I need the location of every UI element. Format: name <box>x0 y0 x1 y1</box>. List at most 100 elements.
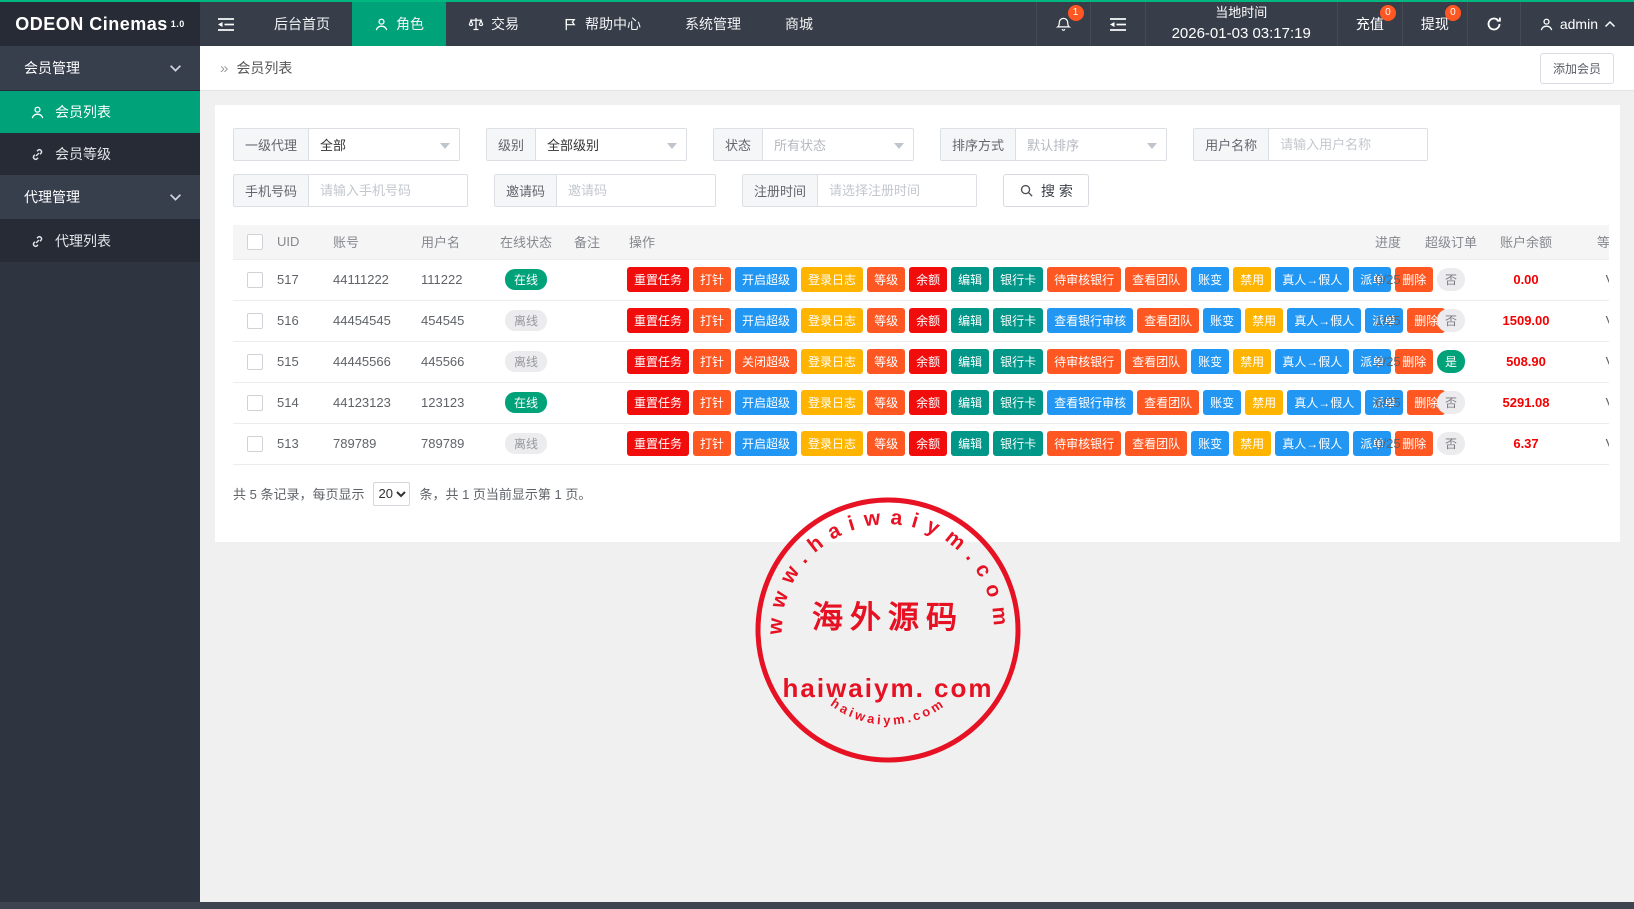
action-button[interactable]: 重置任务 <box>627 390 689 415</box>
action-button[interactable]: 关闭超级 <box>735 349 797 374</box>
action-button[interactable]: 账变 <box>1191 267 1229 292</box>
action-button[interactable]: 待审核银行 <box>1047 267 1121 292</box>
row-checkbox[interactable] <box>247 313 263 329</box>
action-button[interactable]: 账变 <box>1191 349 1229 374</box>
action-button[interactable]: 开启超级 <box>735 308 797 333</box>
level-select[interactable]: 全部级别 <box>536 129 686 160</box>
sidebar-item-agent-list[interactable]: 代理列表 <box>0 220 200 262</box>
action-button[interactable]: 打针 <box>693 308 731 333</box>
row-checkbox[interactable] <box>247 272 263 288</box>
action-button[interactable]: 待审核银行 <box>1047 349 1121 374</box>
status-select[interactable]: 所有状态 <box>763 129 913 160</box>
action-button[interactable]: 账变 <box>1191 431 1229 456</box>
action-button[interactable]: 重置任务 <box>627 267 689 292</box>
action-button[interactable]: 删除 <box>1395 267 1433 292</box>
action-button[interactable]: 打针 <box>693 349 731 374</box>
invite-code-input[interactable] <box>557 175 715 206</box>
action-button[interactable]: 开启超级 <box>735 267 797 292</box>
per-page-select[interactable]: 20 <box>373 482 410 506</box>
action-button[interactable]: 开启超级 <box>735 390 797 415</box>
row-checkbox[interactable] <box>247 354 263 370</box>
action-button[interactable]: 查看团队 <box>1125 349 1187 374</box>
nav-item-system[interactable]: 系统管理 <box>663 2 763 46</box>
action-button[interactable]: 查看银行审核 <box>1047 390 1133 415</box>
action-button[interactable]: 登录日志 <box>801 308 863 333</box>
nav-item-dashboard[interactable]: 后台首页 <box>252 2 352 46</box>
action-button[interactable]: 查看团队 <box>1137 390 1199 415</box>
sidebar-item-member-level[interactable]: 会员等级 <box>0 133 200 175</box>
action-button[interactable]: 真人→假人 <box>1275 349 1349 374</box>
action-button[interactable]: 银行卡 <box>993 267 1043 292</box>
action-button[interactable]: 银行卡 <box>993 349 1043 374</box>
action-button[interactable]: 余额 <box>909 308 947 333</box>
action-button[interactable]: 等级 <box>867 390 905 415</box>
withdraw-button[interactable]: 提现 0 <box>1402 2 1467 46</box>
sidebar-group-agent[interactable]: 代理管理 <box>0 175 200 220</box>
notifications-button[interactable]: 1 <box>1036 2 1090 46</box>
action-button[interactable]: 禁用 <box>1233 431 1271 456</box>
refresh-button[interactable] <box>1467 2 1520 46</box>
action-button[interactable]: 禁用 <box>1245 308 1283 333</box>
action-button[interactable]: 编辑 <box>951 431 989 456</box>
recharge-button[interactable]: 充值 0 <box>1337 2 1402 46</box>
username-input[interactable] <box>1269 129 1427 160</box>
action-button[interactable]: 打针 <box>693 267 731 292</box>
action-button[interactable]: 等级 <box>867 349 905 374</box>
sidebar-item-member-list[interactable]: 会员列表 <box>0 91 200 133</box>
action-button[interactable]: 登录日志 <box>801 349 863 374</box>
phone-input[interactable] <box>309 175 467 206</box>
action-button[interactable]: 余额 <box>909 349 947 374</box>
action-button[interactable]: 银行卡 <box>993 308 1043 333</box>
action-button[interactable]: 待审核银行 <box>1047 431 1121 456</box>
nav-item-trade[interactable]: 交易 <box>446 2 541 46</box>
action-button[interactable]: 禁用 <box>1245 390 1283 415</box>
action-button[interactable]: 登录日志 <box>801 267 863 292</box>
action-button[interactable]: 登录日志 <box>801 390 863 415</box>
nav-item-roles[interactable]: 角色 <box>352 2 446 46</box>
action-button[interactable]: 账变 <box>1203 308 1241 333</box>
layout-toggle-icon[interactable] <box>1090 2 1145 46</box>
action-button[interactable]: 打针 <box>693 431 731 456</box>
action-button[interactable]: 银行卡 <box>993 431 1043 456</box>
sidebar-collapse-icon[interactable] <box>200 2 252 46</box>
action-button[interactable]: 查看团队 <box>1137 308 1199 333</box>
action-button[interactable]: 打针 <box>693 390 731 415</box>
action-button[interactable]: 查看银行审核 <box>1047 308 1133 333</box>
select-all-checkbox[interactable] <box>247 234 263 250</box>
action-button[interactable]: 账变 <box>1203 390 1241 415</box>
action-button[interactable]: 等级 <box>867 308 905 333</box>
action-button[interactable]: 开启超级 <box>735 431 797 456</box>
action-button[interactable]: 余额 <box>909 431 947 456</box>
row-checkbox[interactable] <box>247 436 263 452</box>
action-button[interactable]: 等级 <box>867 431 905 456</box>
row-checkbox[interactable] <box>247 395 263 411</box>
action-button[interactable]: 真人→假人 <box>1275 431 1349 456</box>
action-button[interactable]: 等级 <box>867 267 905 292</box>
action-button[interactable]: 真人→假人 <box>1287 308 1361 333</box>
action-button[interactable]: 编辑 <box>951 308 989 333</box>
action-button[interactable]: 删除 <box>1395 431 1433 456</box>
sort-select[interactable]: 默认排序 <box>1016 129 1166 160</box>
search-button[interactable]: 搜 索 <box>1003 174 1089 207</box>
register-time-input[interactable] <box>818 175 976 206</box>
action-button[interactable]: 禁用 <box>1233 267 1271 292</box>
action-button[interactable]: 编辑 <box>951 349 989 374</box>
action-button[interactable]: 真人→假人 <box>1275 267 1349 292</box>
add-member-button[interactable]: 添加会员 <box>1540 53 1614 84</box>
action-button[interactable]: 重置任务 <box>627 349 689 374</box>
action-button[interactable]: 禁用 <box>1233 349 1271 374</box>
action-button[interactable]: 登录日志 <box>801 431 863 456</box>
sidebar-group-member[interactable]: 会员管理 <box>0 46 200 91</box>
action-button[interactable]: 编辑 <box>951 267 989 292</box>
agent-select[interactable]: 全部 <box>309 129 459 160</box>
action-button[interactable]: 重置任务 <box>627 431 689 456</box>
action-button[interactable]: 余额 <box>909 390 947 415</box>
nav-item-mall[interactable]: 商城 <box>763 2 835 46</box>
action-button[interactable]: 真人→假人 <box>1287 390 1361 415</box>
nav-item-help[interactable]: 帮助中心 <box>541 2 663 46</box>
action-button[interactable]: 余额 <box>909 267 947 292</box>
user-menu[interactable]: admin <box>1520 2 1634 46</box>
action-button[interactable]: 银行卡 <box>993 390 1043 415</box>
action-button[interactable]: 编辑 <box>951 390 989 415</box>
bottom-scrollbar[interactable] <box>0 902 1634 909</box>
